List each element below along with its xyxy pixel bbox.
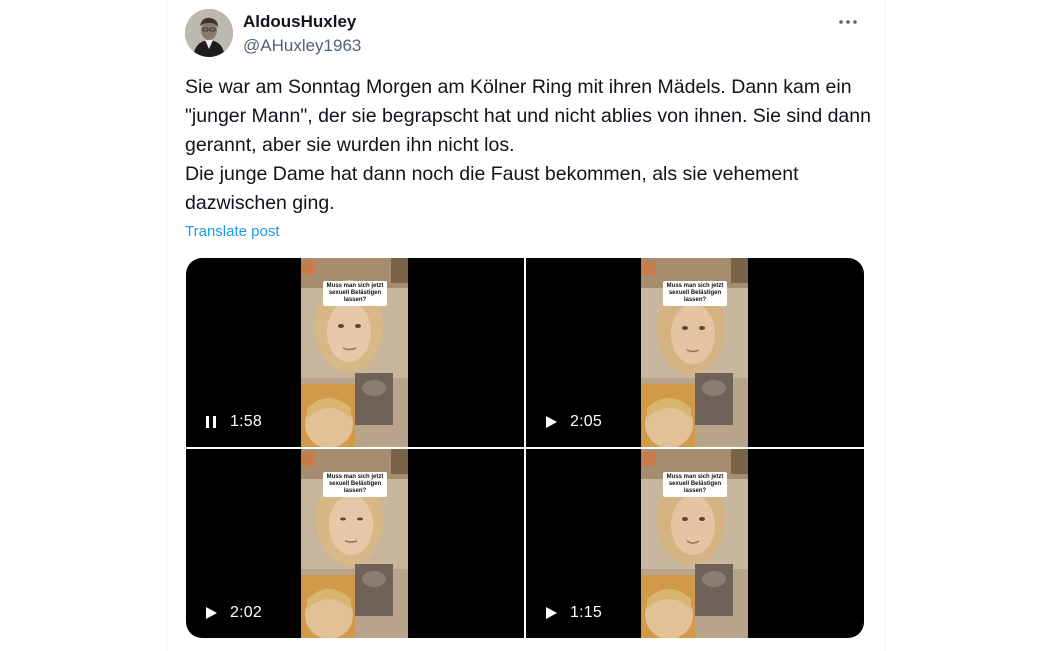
tweet-paragraph: Sie war am Sonntag Morgen am Kölner Ring…: [185, 76, 871, 156]
video-controls: 1:58: [204, 413, 262, 431]
pause-icon[interactable]: [204, 415, 218, 429]
translate-post-link[interactable]: Translate post: [185, 223, 280, 240]
video-controls: 2:02: [204, 604, 262, 622]
video-duration: 1:58: [230, 413, 262, 430]
video-caption: Muss man sich jetzt sexuell Belästigen l…: [663, 281, 727, 306]
video-caption: Muss man sich jetzt sexuell Belästigen l…: [323, 281, 387, 306]
play-icon[interactable]: [544, 606, 558, 620]
tweet-header: AldousHuxley @AHuxley1963: [185, 9, 866, 57]
video-player[interactable]: Muss man sich jetzt sexuell Belästigen l…: [186, 258, 524, 447]
video-controls: 1:15: [544, 604, 602, 622]
tweet: AldousHuxley @AHuxley1963 Sie war am Son…: [167, 0, 884, 651]
video-caption: Muss man sich jetzt sexuell Belästigen l…: [323, 472, 387, 497]
author-names: AldousHuxley @AHuxley1963: [243, 11, 361, 57]
video-player[interactable]: Muss man sich jetzt sexuell Belästigen l…: [526, 258, 864, 447]
avatar-photo-icon: [185, 9, 233, 57]
column-border-right: [884, 0, 885, 651]
page: AldousHuxley @AHuxley1963 Sie war am Son…: [0, 0, 1050, 651]
video-duration: 2:05: [570, 413, 602, 430]
play-icon[interactable]: [204, 606, 218, 620]
tweet-text: Sie war am Sonntag Morgen am Kölner Ring…: [185, 73, 875, 218]
video-controls: 2:05: [544, 413, 602, 431]
more-options-button[interactable]: [834, 11, 862, 33]
video-duration: 1:15: [570, 604, 602, 621]
media-grid: Muss man sich jetzt sexuell Belästigen l…: [186, 258, 864, 638]
tweet-paragraph: Die junge Dame hat dann noch die Faust b…: [185, 163, 799, 214]
avatar[interactable]: [185, 9, 233, 57]
video-player[interactable]: Muss man sich jetzt sexuell Belästigen l…: [526, 449, 864, 638]
play-icon[interactable]: [544, 415, 558, 429]
video-duration: 2:02: [230, 604, 262, 621]
display-name[interactable]: AldousHuxley: [243, 11, 361, 33]
handle[interactable]: @AHuxley1963: [243, 35, 361, 57]
more-dots-icon: [839, 20, 857, 24]
video-player[interactable]: Muss man sich jetzt sexuell Belästigen l…: [186, 449, 524, 638]
video-caption: Muss man sich jetzt sexuell Belästigen l…: [663, 472, 727, 497]
